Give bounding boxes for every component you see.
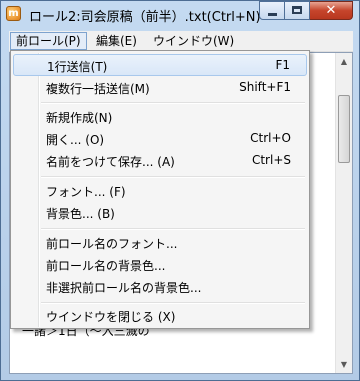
scroll-up-icon[interactable]: ▲ (336, 53, 352, 70)
maximize-icon (292, 6, 302, 14)
menu-item-label: 複数行一括送信(M) (46, 82, 150, 96)
menu-item-shortcut: F1 (275, 58, 290, 72)
menu-separator (41, 302, 305, 304)
scroll-thumb[interactable] (338, 95, 350, 163)
menu-window[interactable]: ウインドウ(W) (148, 32, 239, 50)
menu-item-send-multiple[interactable]: 複数行一括送信(M) Shift+F1 (13, 77, 307, 99)
menu-item-shortcut: Shift+F1 (239, 80, 291, 94)
menu-item-unselected-roll-name-bg[interactable]: 非選択前ロール名の背景色... (13, 276, 307, 298)
menu-edit[interactable]: 編集(E) (91, 32, 142, 50)
menu-item-shortcut: Ctrl+S (251, 153, 291, 167)
menu-item-label: 開く... (O) (46, 133, 105, 147)
menu-item-open[interactable]: 開く... (O) Ctrl+O (13, 128, 307, 150)
menu-separator (41, 102, 305, 104)
menu-item-label: 非選択前ロール名の背景色... (46, 281, 202, 295)
menu-item-roll-name-bg[interactable]: 前ロール名の背景色... (13, 254, 307, 276)
menu-item-shortcut: Ctrl+O (250, 131, 291, 145)
window-title: ロール2:司会原稿（前半）.txt(Ctrl+N) (29, 10, 261, 25)
menu-item-label: 1行送信(T) (47, 60, 108, 74)
scroll-down-icon[interactable]: ▼ (336, 356, 352, 373)
menu-bar: 前ロール(P) 編集(E) ウインドウ(W) (9, 31, 353, 52)
menu-item-label: 名前をつけて保存... (A) (46, 155, 175, 169)
menu-item-label: 前ロール名のフォント... (46, 237, 178, 251)
menu-item-label: 前ロール名の背景色... (46, 259, 166, 273)
menu-item-label: ウインドウを閉じる (X) (46, 310, 176, 324)
maximize-button[interactable] (285, 1, 310, 20)
menu-item-font[interactable]: フォント... (F) (13, 180, 307, 202)
menu-item-save-as[interactable]: 名前をつけて保存... (A) Ctrl+S (13, 150, 307, 172)
menu-separator (41, 176, 305, 178)
window-frame: m ロール2:司会原稿（前半）.txt(Ctrl+N) ✕ 前ロール(P) 編集… (0, 0, 360, 381)
close-icon: ✕ (325, 3, 337, 18)
menu-pre-roll[interactable]: 前ロール(P) (10, 32, 87, 50)
minimize-button[interactable] (259, 1, 285, 20)
vertical-scrollbar[interactable]: ▲ ▼ (335, 53, 352, 373)
menu-item-label: フォント... (F) (46, 185, 126, 199)
close-button[interactable]: ✕ (310, 1, 353, 20)
menu-item-background-color[interactable]: 背景色... (B) (13, 202, 307, 224)
menu-item-close-window[interactable]: ウインドウを閉じる (X) (13, 305, 307, 327)
menu-item-send-line[interactable]: 1行送信(T) F1 (13, 54, 307, 76)
menu-item-label: 新規作成(N) (46, 111, 113, 125)
menu-item-new[interactable]: 新規作成(N) (13, 106, 307, 128)
menu-separator (41, 228, 305, 230)
pre-roll-menu: 1行送信(T) F1 複数行一括送信(M) Shift+F1 新規作成(N) 開… (10, 50, 310, 329)
app-icon[interactable]: m (6, 6, 21, 21)
minimize-icon (268, 13, 277, 16)
title-bar[interactable]: m ロール2:司会原稿（前半）.txt(Ctrl+N) ✕ (1, 1, 359, 28)
caption-buttons: ✕ (259, 1, 353, 21)
menu-item-roll-name-font[interactable]: 前ロール名のフォント... (13, 232, 307, 254)
menu-item-label: 背景色... (B) (46, 207, 115, 221)
